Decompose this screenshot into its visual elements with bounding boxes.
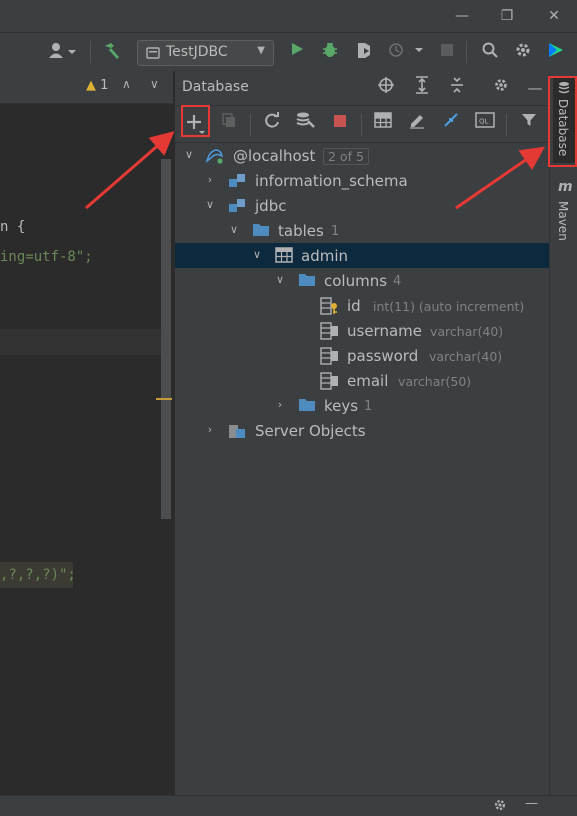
annotation-arrows — [85, 131, 545, 210]
